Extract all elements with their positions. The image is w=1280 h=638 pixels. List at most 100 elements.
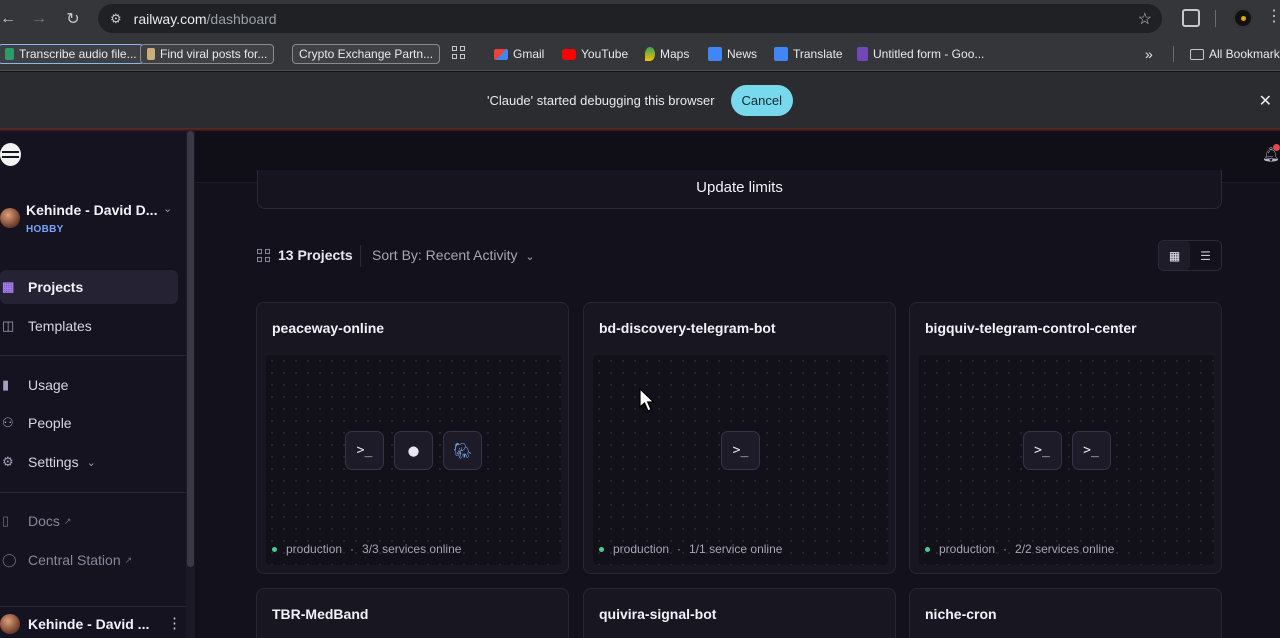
- reload-icon[interactable]: ↻: [56, 0, 90, 37]
- browser-menu-icon[interactable]: ⋮: [1266, 6, 1280, 26]
- project-card[interactable]: quivira-signal-bot: [583, 588, 896, 638]
- apps-grid-icon[interactable]: [452, 46, 465, 59]
- sidebar-item-templates[interactable]: ◫ Templates: [0, 309, 178, 343]
- service-icons: >_: [584, 431, 895, 470]
- forward-icon[interactable]: →: [22, 0, 56, 37]
- chat-icon: ◯: [2, 552, 17, 567]
- bookmark-youtube[interactable]: YouTube: [562, 44, 628, 64]
- sidebar-divider: [0, 492, 186, 493]
- project-name: bd-discovery-telegram-bot: [599, 320, 776, 336]
- update-limits-banner[interactable]: Update limits: [257, 170, 1222, 209]
- sidebar-item-people[interactable]: ⚇ People: [0, 406, 178, 440]
- grid-icon: [257, 248, 270, 262]
- sidebar-item-projects[interactable]: ▦ Projects: [0, 270, 178, 304]
- address-bar[interactable]: ⚙ railway.com/dashboard ☆: [98, 4, 1162, 33]
- maps-pin-icon: [645, 47, 655, 61]
- update-limits-label: Update limits: [696, 178, 783, 196]
- avatar: [0, 208, 20, 228]
- chevron-down-icon[interactable]: ⌄: [163, 202, 172, 215]
- github-icon: ●: [394, 431, 433, 470]
- more-options-icon[interactable]: ⋮: [167, 614, 182, 632]
- bookmark-gmail[interactable]: Gmail: [494, 44, 544, 64]
- grid-view-icon[interactable]: ▦: [1159, 241, 1190, 270]
- project-card[interactable]: bigquiv-telegram-control-center >_ >_ pr…: [909, 302, 1222, 574]
- separator-dot: ·: [1003, 542, 1008, 556]
- project-card[interactable]: bd-discovery-telegram-bot >_ production …: [583, 302, 896, 574]
- status-dot: [272, 546, 277, 552]
- project-name: peaceway-online: [272, 320, 385, 336]
- notification-badge: [1273, 144, 1280, 151]
- avatar: [0, 614, 20, 634]
- account-name[interactable]: Kehinde - David D...: [26, 202, 157, 218]
- sidebar-item-docs[interactable]: ▯ Docs ↗: [0, 504, 178, 538]
- sidebar-item-usage[interactable]: ▮ Usage: [0, 368, 178, 402]
- people-icon: ⚇: [2, 415, 14, 430]
- project-card[interactable]: peaceway-online >_ ● 🐘︎ production · 3/3…: [256, 302, 569, 574]
- project-name: TBR-MedBand: [272, 606, 369, 622]
- separator-dot: ·: [350, 542, 355, 556]
- hourglass-icon: [147, 48, 155, 60]
- bookmark-translate[interactable]: Translate: [774, 44, 843, 64]
- chevron-down-icon: ⌄: [86, 456, 96, 469]
- project-card[interactable]: niche-cron: [909, 588, 1222, 638]
- gmail-icon: [494, 48, 508, 60]
- sidebar-scrollbar-thumb[interactable]: [187, 131, 194, 567]
- sort-dropdown[interactable]: Sort By: Recent Activity ⌄: [372, 247, 535, 263]
- profile-avatar-icon[interactable]: [1233, 8, 1253, 28]
- bookmark-untitled-form[interactable]: Untitled form - Goo...: [857, 44, 984, 64]
- all-bookmarks-folder[interactable]: All Bookmarks: [1190, 44, 1280, 64]
- sidebar-item-central-station[interactable]: ◯ Central Station ↗: [0, 543, 178, 577]
- gear-icon: ⚙: [2, 454, 14, 469]
- sidebar-item-label: Usage: [28, 377, 69, 393]
- forms-icon: [857, 47, 868, 61]
- separator-dot: ·: [677, 542, 682, 556]
- bookmarks-overflow-chevron[interactable]: »: [1145, 44, 1153, 64]
- terminal-icon: >_: [721, 431, 760, 470]
- list-view-icon[interactable]: ☰: [1190, 241, 1221, 270]
- terminal-icon: >_: [1071, 431, 1111, 470]
- sidebar-item-label: Central Station: [28, 552, 121, 568]
- document-icon: ▯: [2, 513, 10, 528]
- plan-badge: HOBBY: [26, 224, 64, 235]
- close-icon[interactable]: ✕: [1259, 91, 1272, 111]
- infobar-message: 'Claude' started debugging this browser: [486, 92, 715, 108]
- cancel-debugging-button[interactable]: Cancel: [730, 84, 793, 116]
- project-name: bigquiv-telegram-control-center: [925, 320, 1137, 336]
- sidebar-item-label: Docs: [28, 513, 60, 529]
- bookmark-maps[interactable]: Maps: [645, 44, 689, 64]
- project-name: quivira-signal-bot: [599, 606, 717, 622]
- view-toggle: ▦ ☰: [1158, 240, 1222, 271]
- toolbar-divider: [1215, 10, 1216, 27]
- news-icon: [708, 47, 722, 61]
- external-link-icon: ↗: [124, 554, 133, 565]
- youtube-icon: [562, 48, 576, 60]
- bookmarks-divider: [1173, 46, 1174, 62]
- folder-icon: [1190, 48, 1204, 60]
- sidebar-item-settings[interactable]: ⚙ Settings ⌄: [0, 445, 178, 479]
- postgres-icon: 🐘︎: [443, 431, 482, 470]
- sidebar-divider: [0, 606, 186, 607]
- footer-account-name[interactable]: Kehinde - David ...: [28, 616, 149, 632]
- terminal-icon: >_: [1022, 431, 1062, 470]
- terminal-icon: >_: [345, 431, 384, 470]
- translate-icon: [774, 47, 788, 61]
- sidebar-item-label: Templates: [28, 318, 92, 334]
- bookmark-transcribe[interactable]: Transcribe audio file...: [0, 44, 144, 64]
- bookmark-star-icon[interactable]: ☆: [1138, 9, 1152, 29]
- url-host: railway.com: [133, 10, 207, 27]
- bookmark-news[interactable]: News: [708, 44, 757, 64]
- sidebar-item-label: Settings: [28, 454, 79, 470]
- external-link-icon: ↗: [63, 515, 72, 526]
- extensions-icon[interactable]: [1182, 9, 1200, 27]
- project-card[interactable]: TBR-MedBand: [256, 588, 569, 638]
- back-icon[interactable]: ←: [0, 0, 16, 37]
- bookmark-crypto-exchange[interactable]: Crypto Exchange Partn...: [292, 44, 441, 64]
- railway-logo-icon[interactable]: [0, 143, 21, 166]
- site-info-icon[interactable]: ⚙: [110, 11, 122, 27]
- chevron-down-icon: ⌄: [525, 251, 535, 263]
- template-icon: ◫: [2, 318, 15, 333]
- status-dot: [599, 546, 604, 552]
- sidebar-divider: [0, 355, 186, 356]
- bookmark-viral-posts[interactable]: Find viral posts for...: [140, 44, 275, 64]
- project-status: production · 2/2 services online: [925, 542, 1114, 556]
